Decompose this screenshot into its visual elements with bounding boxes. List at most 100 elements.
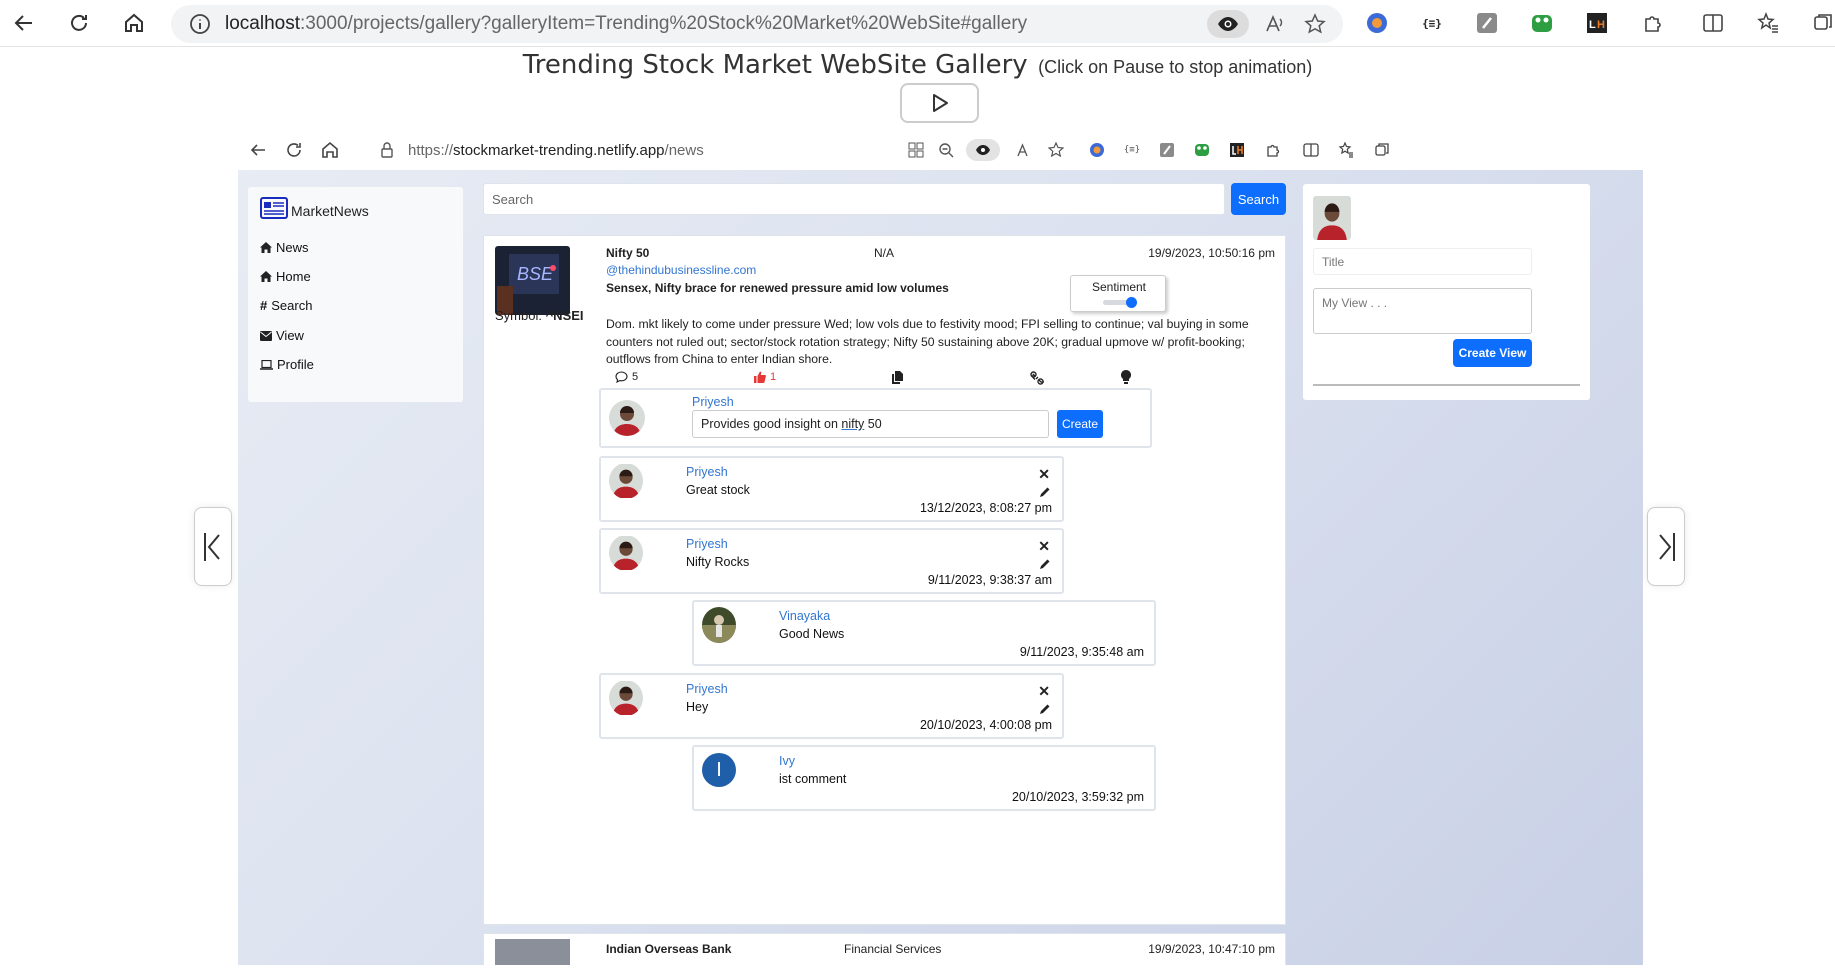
news-thumbnail (495, 939, 570, 965)
comment-username[interactable]: Priyesh (686, 537, 728, 551)
comment-text: ist comment (779, 772, 847, 786)
edit-pencil-icon[interactable] (1039, 703, 1051, 715)
delete-icon[interactable]: ✕ (1038, 538, 1050, 555)
favorite-star-icon[interactable] (1301, 10, 1329, 38)
sidebar-item-home[interactable]: Home (260, 269, 311, 284)
comment-icon (615, 371, 628, 383)
first-arrow-icon (204, 532, 220, 561)
brand-name: MarketNews (291, 203, 369, 219)
news-title: Nifty 50 (606, 246, 650, 260)
svg-text:BSE: BSE (517, 264, 554, 284)
gallery-screenshot: https://stockmarket-trending.netlify.app… (238, 130, 1643, 965)
gallery-next-button[interactable] (1647, 507, 1685, 586)
envelope-icon (260, 330, 272, 341)
copy-icon[interactable] (892, 371, 903, 384)
inner-star-icon (1045, 139, 1067, 161)
comment-text: Good News (779, 627, 845, 641)
news-date: 19/9/2023, 10:47:10 pm (1148, 942, 1275, 956)
search-button[interactable]: Search (1231, 183, 1286, 215)
newspaper-icon (260, 197, 288, 219)
split-screen-icon[interactable] (1700, 10, 1726, 36)
comment-date: 13/12/2023, 8:08:27 pm (919, 501, 1052, 515)
gallery-title: Trending Stock Market WebSite Gallery (522, 50, 1028, 80)
gallery-subtitle: (Click on Pause to stop animation) (1038, 57, 1313, 77)
inner-ext-shield-icon (1086, 139, 1108, 161)
collections-icon[interactable] (1810, 10, 1835, 36)
sidebar-item-view[interactable]: View (260, 328, 304, 343)
browser-toolbar: localhost:3000/projects/gallery?galleryI… (0, 0, 1835, 47)
news-category: Financial Services (844, 942, 942, 956)
info-icon[interactable] (189, 13, 211, 35)
address-bar[interactable]: localhost:3000/projects/gallery?galleryI… (171, 5, 1343, 43)
comment-input[interactable]: Provides good insight on nifty 50 (692, 410, 1049, 438)
comment-item: Priyesh Great stock ✕ 13/12/2023, 8:08:2… (599, 456, 1064, 522)
laptop-icon (260, 359, 273, 370)
inner-ext-frog-icon (1191, 139, 1213, 161)
news-body: Dom. mkt likely to come under pressure W… (606, 317, 1249, 366)
favorites-icon[interactable] (1755, 10, 1781, 36)
play-button[interactable] (900, 83, 979, 123)
news-source-link[interactable]: @thehindubusinessline.com (606, 263, 756, 277)
play-icon (932, 94, 948, 112)
comment-text: Nifty Rocks (686, 555, 750, 569)
inner-puzzle-icon (1262, 139, 1284, 161)
comment-username[interactable]: Vinayaka (779, 609, 830, 623)
sidebar: MarketNews News Home # Search View Profi… (248, 187, 463, 402)
extensions-puzzle-icon[interactable] (1639, 10, 1665, 36)
edit-pencil-icon[interactable] (1039, 486, 1051, 498)
svg-text:L: L (1589, 19, 1596, 31)
comment-username[interactable]: Ivy (779, 754, 795, 768)
news-card: BSE Symbol: ^NSEI Nifty 50 N/A 19/9/2023… (483, 235, 1286, 925)
create-comment-button[interactable]: Create (1057, 410, 1103, 438)
sidebar-item-search[interactable]: # Search (260, 298, 312, 313)
gallery-header: Trending Stock Market WebSite Gallery (C… (0, 50, 1835, 80)
like-count[interactable]: 1 (754, 371, 776, 383)
comment-composer: Priyesh Provides good insight on nifty 5… (599, 388, 1152, 448)
sidebar-item-news[interactable]: News (260, 240, 309, 255)
avatar: I (702, 753, 736, 787)
search-input[interactable]: Search (483, 183, 1225, 215)
extension-frog-icon[interactable] (1529, 10, 1555, 36)
extension-gray-icon[interactable] (1474, 10, 1500, 36)
reload-icon[interactable] (62, 6, 96, 40)
inner-reload-icon (282, 138, 306, 162)
view-title-input[interactable]: Title (1313, 248, 1532, 275)
news-headline: Sensex, Nifty brace for renewed pressure… (606, 281, 949, 295)
inner-collections-icon (1371, 139, 1393, 161)
edit-pencil-icon[interactable] (1039, 558, 1051, 570)
lightbulb-icon[interactable] (1121, 370, 1131, 384)
address-text: localhost:3000/projects/gallery?galleryI… (225, 13, 1028, 34)
gallery-prev-button[interactable] (194, 507, 232, 586)
sentiment-slider[interactable] (1103, 297, 1137, 308)
comment-date: 9/11/2023, 9:38:37 am (927, 573, 1052, 587)
delete-icon[interactable]: ✕ (1038, 683, 1050, 700)
extension-shield-icon[interactable] (1364, 10, 1390, 36)
comment-username[interactable]: Priyesh (686, 465, 728, 479)
home-icon[interactable] (117, 6, 151, 40)
comment-count[interactable]: 5 (615, 371, 638, 383)
create-view-button[interactable]: Create View (1453, 339, 1532, 367)
inner-back-icon (246, 138, 270, 162)
eye-icon[interactable] (1207, 10, 1249, 38)
link-icon[interactable] (1030, 371, 1044, 385)
avatar (609, 400, 645, 436)
inner-home-icon (318, 138, 342, 162)
sentiment-slider-thumb[interactable] (1126, 297, 1137, 308)
inner-apps-icon (905, 139, 927, 161)
sidebar-item-profile[interactable]: Profile (260, 357, 314, 372)
inner-eye-icon (966, 139, 1000, 161)
comment-username[interactable]: Priyesh (686, 682, 728, 696)
extension-braces-icon[interactable]: {≡} (1419, 10, 1445, 36)
view-body-textarea[interactable]: My View . . . (1313, 288, 1532, 334)
back-icon[interactable] (7, 6, 41, 40)
brand[interactable]: MarketNews (260, 197, 369, 219)
delete-icon[interactable]: ✕ (1038, 466, 1050, 483)
avatar (609, 463, 643, 499)
home-icon (260, 271, 272, 282)
extension-lighthouse-icon[interactable]: LH (1584, 10, 1610, 36)
news-thumbnail: BSE (495, 246, 570, 315)
news-card: Indian Overseas Bank Financial Services … (483, 933, 1286, 965)
avatar (1313, 196, 1351, 240)
read-aloud-icon[interactable] (1261, 10, 1289, 38)
composer-username: Priyesh (692, 395, 734, 409)
